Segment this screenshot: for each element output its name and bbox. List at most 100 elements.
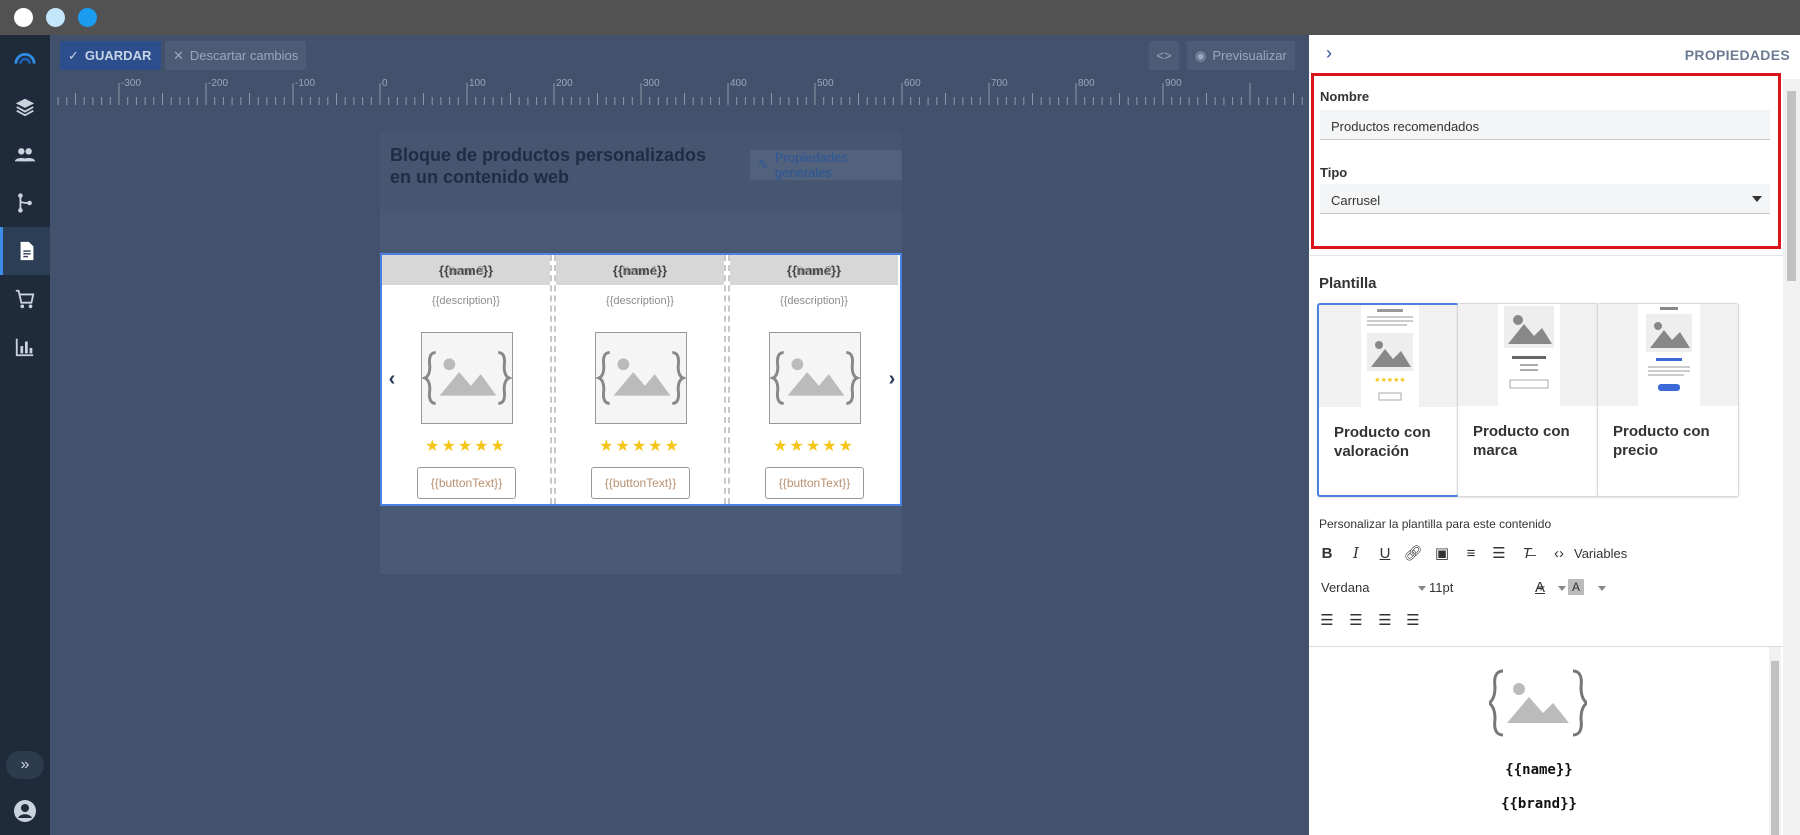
- panel-header: › PROPIEDADES: [1309, 35, 1800, 73]
- close-icon: ✕: [173, 47, 184, 63]
- ruler-label: 900: [1165, 78, 1182, 89]
- font-family-select[interactable]: Verdana: [1321, 580, 1369, 595]
- preview-button[interactable]: ◉ Previsualizar: [1187, 41, 1295, 70]
- card-button[interactable]: {{buttonText}}: [765, 467, 864, 499]
- align-center-icon[interactable]: ☰: [1344, 608, 1368, 632]
- background-color-icon[interactable]: A: [1568, 579, 1584, 595]
- ruler-label: 200: [556, 78, 573, 89]
- carousel-next-icon[interactable]: ›: [884, 367, 900, 391]
- font-size-select[interactable]: 11pt: [1429, 580, 1453, 595]
- rating-stars: ★★★★★: [425, 438, 507, 455]
- ruler-label: 100: [469, 78, 486, 89]
- expand-nav-icon[interactable]: »: [6, 751, 44, 779]
- general-properties-button[interactable]: ✎ Propiedades generales: [750, 150, 902, 180]
- carousel-card[interactable]: {{name}} Item 1 {{description}} ★★★★★ {{…: [556, 255, 724, 504]
- type-select[interactable]: Carrusel: [1320, 184, 1770, 214]
- template-card-price[interactable]: Producto con precio: [1597, 303, 1739, 497]
- ruler-ticks: [57, 83, 1303, 105]
- save-button[interactable]: ✓ GUARDAR: [60, 41, 162, 70]
- card-name: {{name}} Item 2: [730, 255, 898, 285]
- editor-canvas: ✓ GUARDAR ✕ Descartar cambios <> ◉ Previ…: [50, 35, 1309, 835]
- carousel-card[interactable]: {{name}} Item 3 {{description}} ★★★★★ {{…: [382, 255, 550, 504]
- name-field[interactable]: Productos recomendados: [1320, 110, 1770, 140]
- bold-icon[interactable]: B: [1315, 541, 1339, 565]
- template-thumbnail: [1458, 304, 1598, 406]
- card-button[interactable]: {{buttonText}}: [417, 467, 516, 499]
- ruler-label: 300: [643, 78, 660, 89]
- card-name: {{name}} Item 1: [556, 255, 724, 285]
- window-maximize-dot[interactable]: [78, 8, 97, 27]
- section-divider: [1309, 255, 1783, 256]
- properties-highlight-box: Nombre Productos recomendados Tipo Carru…: [1311, 73, 1781, 249]
- panel-title: PROPIEDADES: [1684, 47, 1790, 63]
- image-icon[interactable]: ▣: [1430, 541, 1454, 565]
- analytics-icon[interactable]: [0, 323, 50, 371]
- align-right-icon[interactable]: ☰: [1373, 608, 1397, 632]
- template-section-title: Plantilla: [1319, 275, 1377, 292]
- name-label: Nombre: [1320, 89, 1370, 104]
- template-editor-body[interactable]: {{name}} {{brand}}: [1309, 646, 1783, 835]
- rating-stars: ★★★★★: [599, 438, 681, 455]
- variables-menu[interactable]: Variables: [1574, 546, 1627, 561]
- image-placeholder-icon: [420, 332, 514, 424]
- eye-icon: ◉: [1195, 47, 1207, 63]
- background-color-caret-icon: [1598, 586, 1606, 591]
- code-icon[interactable]: ‹›: [1547, 541, 1571, 565]
- card-item-label: Item 3: [447, 262, 485, 278]
- window-minimize-dot[interactable]: [46, 8, 65, 27]
- customize-template-label: Personalizar la plantilla para este cont…: [1319, 517, 1552, 531]
- user-account-icon[interactable]: [13, 799, 37, 823]
- users-icon[interactable]: [0, 131, 50, 179]
- ruler-label: 800: [1078, 78, 1095, 89]
- image-placeholder-icon: [594, 332, 688, 424]
- text-color-icon[interactable]: A: [1528, 575, 1552, 599]
- carousel-prev-icon[interactable]: ‹: [384, 367, 400, 391]
- code-icon: <>: [1156, 48, 1172, 63]
- carousel-card[interactable]: {{name}} Item 2 {{description}} ★★★★★ {{…: [730, 255, 898, 504]
- clear-format-icon[interactable]: T̶: [1515, 541, 1539, 565]
- window-titlebar: [0, 0, 1800, 35]
- window-close-dot[interactable]: [14, 8, 33, 27]
- card-name: {{name}} Item 3: [382, 255, 550, 285]
- template-brand-variable: {{brand}}: [1501, 796, 1577, 812]
- card-item-label: Item 1: [621, 262, 659, 278]
- app-logo-icon[interactable]: [0, 35, 50, 83]
- content-block[interactable]: Bloque de productos personalizados en un…: [380, 132, 902, 574]
- panel-scrollbar[interactable]: [1783, 79, 1800, 835]
- card-description: {{description}}: [606, 295, 674, 307]
- type-select-value: Carrusel: [1331, 193, 1381, 208]
- layers-icon[interactable]: [0, 83, 50, 131]
- editor-scrollbar[interactable]: [1769, 647, 1781, 835]
- code-view-button[interactable]: <>: [1149, 41, 1179, 70]
- left-navigation: »: [0, 35, 50, 835]
- font-family-caret-icon: [1418, 586, 1426, 591]
- bullet-list-icon[interactable]: ☰: [1487, 541, 1511, 565]
- type-label: Tipo: [1320, 165, 1348, 180]
- ruler-label: -100: [295, 78, 316, 89]
- discard-changes-button[interactable]: ✕ Descartar cambios: [165, 41, 307, 70]
- card-description: {{description}}: [780, 295, 848, 307]
- ordered-list-icon[interactable]: ≡: [1459, 541, 1483, 565]
- check-icon: ✓: [68, 47, 79, 63]
- ruler-label: 400: [730, 78, 747, 89]
- flow-icon[interactable]: [0, 179, 50, 227]
- align-left-icon[interactable]: ☰: [1315, 608, 1339, 632]
- collapse-panel-icon[interactable]: ›: [1326, 43, 1332, 64]
- block-title: Bloque de productos personalizados en un…: [390, 145, 707, 187]
- align-justify-icon[interactable]: ☰: [1401, 608, 1425, 632]
- template-thumbnail: [1598, 304, 1738, 406]
- ruler-label: -200: [208, 78, 229, 89]
- template-card-rating[interactable]: ★★★★★ Producto con valoración: [1317, 303, 1459, 497]
- cart-icon[interactable]: [0, 275, 50, 323]
- card-button[interactable]: {{buttonText}}: [591, 467, 690, 499]
- template-label: Producto con valoración: [1334, 424, 1431, 460]
- link-icon[interactable]: 🔗︎: [1401, 541, 1425, 565]
- italic-icon[interactable]: I: [1344, 541, 1368, 565]
- ruler-label: -300: [121, 78, 142, 89]
- product-carousel[interactable]: {{name}} Item 3 {{description}} ★★★★★ {{…: [380, 253, 902, 506]
- svg-text:★★★★★: ★★★★★: [1374, 376, 1405, 384]
- underline-icon[interactable]: U: [1373, 541, 1397, 565]
- content-icon[interactable]: [0, 227, 50, 275]
- template-card-brand[interactable]: Producto con marca: [1457, 303, 1599, 497]
- text-color-caret-icon: [1558, 586, 1566, 591]
